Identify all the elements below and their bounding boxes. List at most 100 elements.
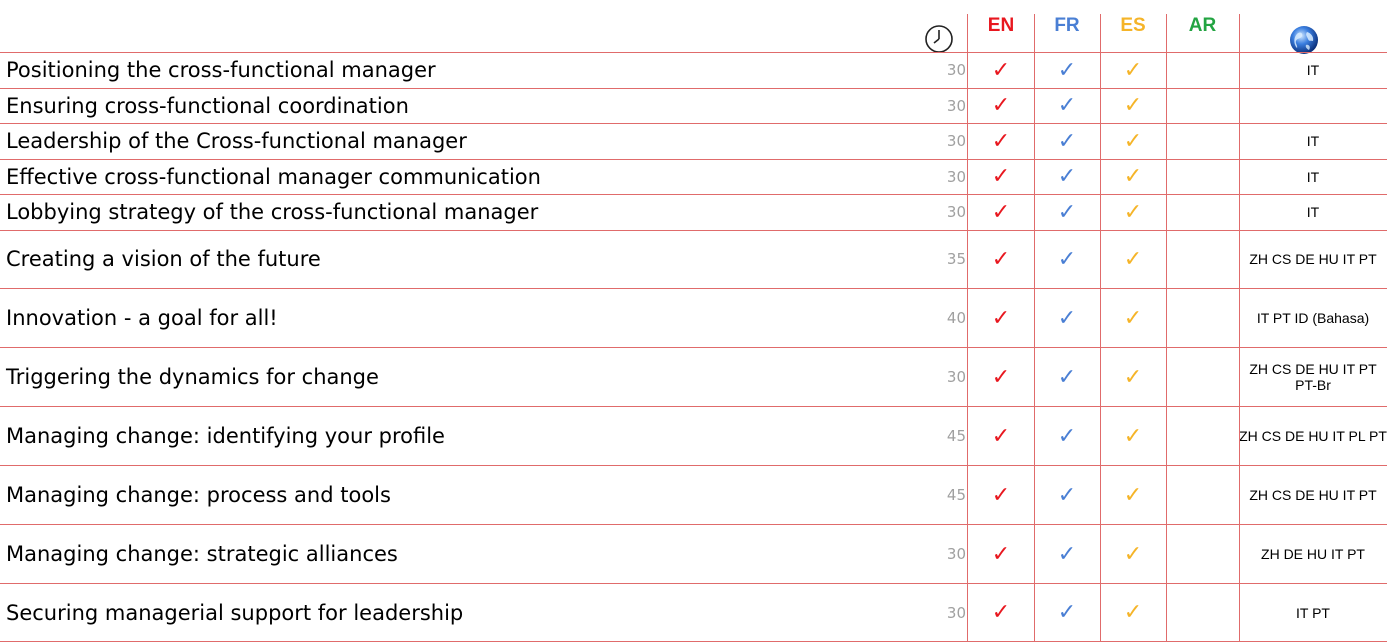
table-row: Effective cross-functional manager commu… [0, 158, 1387, 195]
duration-minutes: 45 [946, 486, 966, 505]
module-title: Positioning the cross-functional manager [6, 58, 436, 83]
other-languages: ZH DE HU IT PT [1261, 546, 1365, 563]
other-languages: ZH CS DE HU IT PT [1249, 487, 1377, 504]
duration-minutes: 30 [946, 368, 966, 387]
other-languages [1239, 89, 1387, 124]
check-icon-en: ✓ [991, 93, 1011, 119]
table-header: EN FR ES AR [0, 0, 1387, 54]
table-row: Managing change: process and tools 45 ✓ ✓ ✓ Z… [0, 465, 1387, 524]
other-languages: ZH CS DE HU IT PT [1249, 251, 1377, 268]
table-row: Securing managerial support for leadersh… [0, 583, 1387, 642]
other-languages: ZH CS DE HU IT PT PT-Br [1249, 361, 1377, 394]
lang-header-fr: FR [1054, 15, 1080, 36]
check-icon-ar [1166, 525, 1239, 583]
check-icon-fr: ✓ [1057, 128, 1077, 154]
duration-minutes: 30 [946, 545, 966, 564]
clock-icon [925, 25, 953, 53]
column-divider [1166, 14, 1167, 642]
lang-header-es: ES [1120, 15, 1146, 36]
table-row: Ensuring cross-functional coordination 30… [0, 87, 1387, 124]
module-title: Effective cross-functional manager commu… [6, 164, 541, 189]
check-icon-ar [1166, 124, 1239, 159]
table-row: Leadership of the Cross-functional manag… [0, 123, 1387, 159]
check-icon-ar [1166, 53, 1239, 88]
check-icon-fr: ✓ [1057, 93, 1077, 119]
check-icon-ar [1166, 195, 1239, 230]
other-languages: IT PT [1296, 604, 1330, 621]
module-title: Creating a vision of the future [6, 247, 321, 272]
check-icon-es: ✓ [1123, 246, 1143, 272]
duration-minutes: 40 [946, 309, 966, 328]
table-row: Positioning the cross-functional manager… [0, 52, 1387, 88]
check-icon-fr: ✓ [1057, 600, 1077, 626]
check-icon-es: ✓ [1123, 93, 1143, 119]
other-languages: IT [1306, 133, 1320, 150]
module-title: Leadership of the Cross-functional manag… [6, 129, 467, 154]
check-icon-en: ✓ [991, 600, 1011, 626]
check-icon-es: ✓ [1123, 541, 1143, 567]
check-icon-en: ✓ [991, 364, 1011, 390]
module-title: Managing change: identifying your profil… [6, 424, 445, 449]
check-icon-es: ✓ [1123, 199, 1143, 225]
lang-header-ar: AR [1188, 15, 1217, 36]
column-divider [1100, 14, 1101, 642]
other-languages: IT [1306, 204, 1320, 221]
module-title: Managing change: strategic alliances [6, 542, 398, 567]
duration-minutes: 30 [946, 603, 966, 622]
duration-minutes: 35 [946, 250, 966, 269]
check-icon-fr: ✓ [1057, 199, 1077, 225]
table-row: Triggering the dynamics for change 30 ✓ ✓ ✓ Z… [0, 347, 1387, 406]
module-title: Managing change: process and tools [6, 483, 391, 508]
check-icon-en: ✓ [991, 199, 1011, 225]
module-title: Triggering the dynamics for change [6, 365, 379, 390]
check-icon-es: ✓ [1123, 128, 1143, 154]
duration-minutes: 30 [946, 96, 966, 115]
table-row: Lobbying strategy of the cross-functiona… [0, 194, 1387, 230]
table-row: Innovation - a goal for all! 40 ✓ ✓ ✓ IT PT I… [0, 288, 1387, 347]
check-icon-es: ✓ [1123, 423, 1143, 449]
lang-header-en: EN [987, 15, 1015, 36]
check-icon-ar [1166, 89, 1239, 124]
check-icon-es: ✓ [1123, 364, 1143, 390]
check-icon-es: ✓ [1123, 164, 1143, 190]
check-icon-fr: ✓ [1057, 246, 1077, 272]
column-divider [1239, 14, 1240, 642]
check-icon-en: ✓ [991, 164, 1011, 190]
column-divider [967, 14, 968, 642]
table-row: Managing change: identifying your profil… [0, 406, 1387, 465]
other-languages: IT [1306, 62, 1320, 79]
other-languages: IT [1306, 168, 1320, 185]
duration-minutes: 30 [946, 203, 966, 222]
duration-minutes: 30 [946, 167, 966, 186]
check-icon-fr: ✓ [1057, 423, 1077, 449]
check-icon-en: ✓ [991, 128, 1011, 154]
check-icon-en: ✓ [991, 541, 1011, 567]
duration-minutes: 30 [946, 61, 966, 80]
check-icon-es: ✓ [1123, 482, 1143, 508]
check-icon-en: ✓ [991, 423, 1011, 449]
check-icon-fr: ✓ [1057, 482, 1077, 508]
column-divider [1034, 14, 1035, 642]
check-icon-ar [1166, 289, 1239, 347]
check-icon-en: ✓ [991, 246, 1011, 272]
table-row: Managing change: strategic alliances 30 ✓ ✓… [0, 524, 1387, 583]
module-title: Innovation - a goal for all! [6, 306, 278, 331]
check-icon-ar [1166, 466, 1239, 524]
module-title: Securing managerial support for leadersh… [6, 600, 464, 625]
check-icon-ar [1166, 160, 1239, 195]
check-icon-fr: ✓ [1057, 541, 1077, 567]
check-icon-es: ✓ [1123, 600, 1143, 626]
check-icon-fr: ✓ [1057, 305, 1077, 331]
check-icon-ar [1166, 231, 1239, 289]
check-icon-es: ✓ [1123, 305, 1143, 331]
other-languages: ZH CS DE HU IT PL PT [1239, 428, 1387, 445]
check-icon-fr: ✓ [1057, 364, 1077, 390]
other-languages: IT PT ID (Bahasa) [1256, 310, 1370, 327]
check-icon-es: ✓ [1123, 57, 1143, 83]
table-row: Creating a vision of the future 35 ✓ ✓ ✓ ZH C… [0, 229, 1387, 289]
check-icon-fr: ✓ [1057, 164, 1077, 190]
check-icon-ar [1166, 407, 1239, 465]
module-title: Lobbying strategy of the cross-functiona… [6, 200, 539, 225]
duration-minutes: 30 [946, 132, 966, 151]
module-title: Ensuring cross-functional coordination [6, 93, 409, 118]
